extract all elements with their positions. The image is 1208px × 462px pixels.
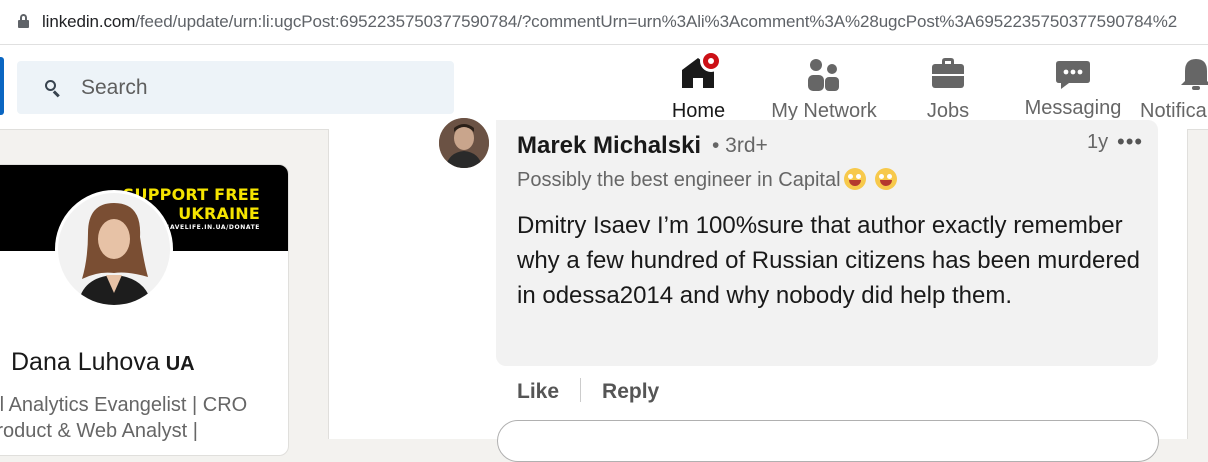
profile-photo [58, 193, 170, 305]
comment-author-headline-text: Possibly the best engineer in Capital [517, 169, 841, 191]
comment-text: Dmitry Isaev I’m 100%sure that author ex… [517, 212, 1141, 309]
action-divider [580, 378, 582, 402]
comment-timestamp: 1y [1087, 131, 1109, 153]
profile-name[interactable]: Dana Luhova UA [11, 348, 195, 377]
grinning-emoji-icon [874, 168, 897, 190]
nav-jobs[interactable]: Jobs [900, 45, 996, 129]
search-input[interactable] [79, 73, 443, 103]
nav-notifications[interactable]: Notifica [1140, 45, 1208, 129]
lock-icon[interactable] [18, 14, 29, 28]
banner-subtext: SAVELIFE.IN.UA/DONATE [165, 224, 260, 231]
reply-input[interactable] [497, 420, 1159, 462]
like-button[interactable]: Like [517, 380, 559, 403]
profile-card[interactable]: SUPPORT FREE UKRAINE SAVELIFE.IN.UA/DONA… [0, 164, 289, 456]
search-icon [45, 80, 61, 98]
search-bar[interactable] [17, 61, 454, 114]
profile-flag: UA [165, 353, 195, 375]
profile-avatar[interactable] [55, 190, 173, 308]
more-options-icon[interactable]: ••• [1117, 129, 1143, 155]
comment-author-name[interactable]: Marek Michalski [517, 132, 701, 160]
profile-name-text: Dana Luhova [11, 348, 160, 376]
nav-my-network[interactable]: My Network [762, 45, 886, 129]
chat-icon [1056, 61, 1090, 89]
nav-messaging-label: Messaging [1024, 97, 1122, 119]
nav-messaging[interactable]: Messaging [1018, 45, 1128, 129]
url-text[interactable]: linkedin.com/feed/update/urn:li:ugcPost:… [42, 12, 1177, 32]
reply-button[interactable]: Reply [602, 380, 659, 403]
connection-degree: • 3rd+ [712, 134, 768, 157]
bell-icon [1181, 59, 1208, 90]
comment-author-avatar[interactable] [439, 118, 489, 168]
top-nav: Home My Network Jobs Messaging [0, 45, 1208, 130]
comment-author-headline: Possibly the best engineer in Capital [517, 168, 897, 192]
comment-author-photo [439, 118, 489, 168]
notification-badge [700, 50, 722, 72]
linkedin-logo[interactable] [0, 57, 4, 115]
briefcase-icon [932, 58, 964, 88]
grinning-emoji-icon [843, 168, 866, 190]
nav-home[interactable]: Home [636, 45, 761, 129]
browser-url-bar[interactable]: linkedin.com/feed/update/urn:li:ugcPost:… [0, 0, 1208, 45]
people-icon [808, 59, 839, 91]
profile-headline: tal Analytics Evangelist | CRO Product &… [0, 394, 248, 442]
comment-actions: Like Reply [517, 378, 659, 404]
